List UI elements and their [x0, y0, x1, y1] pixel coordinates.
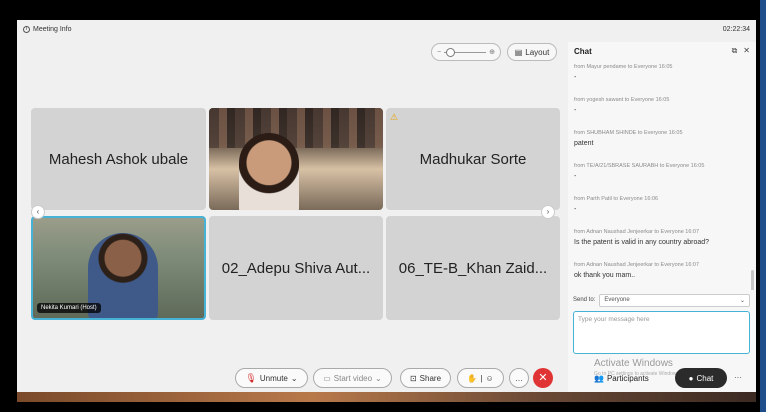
share-label: Share — [419, 373, 442, 383]
meeting-window: i Meeting Info 02:22:34 − ⊕ ▤ Layout Mah… — [17, 20, 756, 402]
meeting-info-button[interactable]: i Meeting Info — [23, 25, 72, 33]
share-button[interactable]: ⊡ Share — [400, 368, 451, 388]
next-page-icon[interactable]: › — [541, 205, 555, 219]
zoom-slider-knob[interactable] — [446, 47, 456, 57]
chat-messages[interactable]: from Mayur pendame to Everyone 16:05 - f… — [568, 60, 756, 290]
send-to-row: Send to: Everyone ⌄ — [573, 293, 750, 307]
meeting-info-label: Meeting Info — [33, 25, 72, 33]
warning-icon: ⚠ — [390, 112, 399, 122]
message-text: - — [574, 74, 577, 81]
send-to-dropdown[interactable]: Everyone ⌄ — [599, 293, 750, 307]
chat-message: from SHUBHAM SHINDE to Everyone 16:05 pa… — [574, 130, 750, 159]
mic-muted-icon: 🎙 — [245, 372, 257, 383]
divider: | — [480, 373, 483, 383]
chat-message: from Adnan Naushad Jenjeerkar to Everyon… — [574, 262, 750, 290]
close-icon[interactable]: ✕ — [743, 46, 750, 56]
host-video-tile[interactable]: Nekita Kumari (Host) — [31, 216, 206, 320]
message-text: - — [574, 206, 577, 213]
popout-icon[interactable]: ⧉ — [732, 46, 738, 56]
participants-button[interactable]: 👥 Participants — [594, 368, 649, 388]
participant-name: Mahesh Ashok ubale — [48, 150, 189, 168]
chat-message-input[interactable]: Type your message here — [573, 311, 750, 354]
raise-hand-icon[interactable]: ✋ — [467, 374, 477, 383]
participant-video-tile[interactable] — [209, 108, 383, 210]
start-video-button[interactable]: ▭ Start video ⌄ — [313, 368, 392, 388]
chevron-down-icon: ⌄ — [739, 297, 745, 304]
chat-scrollbar[interactable] — [751, 270, 754, 290]
send-to-value: Everyone — [604, 297, 630, 303]
send-to-label: Send to: — [573, 297, 596, 303]
host-name-label: Nekita Kumari (Host) — [37, 303, 101, 313]
chevron-down-icon: ⌄ — [290, 373, 298, 383]
chat-message: from yogesh sawant to Everyone 16:05 - — [574, 97, 750, 126]
info-icon: i — [23, 25, 30, 33]
video-person — [239, 133, 299, 210]
previous-page-icon[interactable]: ‹ — [31, 205, 45, 219]
message-meta: from yogesh sawant to Everyone 16:05 — [574, 97, 670, 103]
side-bar-edge — [760, 0, 766, 412]
participant-name: 02_Adepu Shiva Aut... — [221, 259, 371, 277]
message-text: - — [574, 173, 577, 180]
video-off-icon: ▭ — [323, 373, 331, 383]
message-meta: from Adnan Naushad Jenjeerkar to Everyon… — [574, 262, 700, 268]
layout-icon: ▤ — [514, 47, 523, 57]
clock: 02:22:34 — [722, 25, 750, 33]
more-options-icon[interactable]: ··· — [734, 368, 742, 388]
start-video-label: Start video — [333, 373, 373, 383]
chat-button[interactable]: ● Chat — [675, 368, 727, 388]
share-icon: ⊡ — [409, 373, 417, 383]
chat-message: from Parth Patil to Everyone 16:06 - — [574, 196, 750, 225]
zoom-control[interactable]: − ⊕ — [431, 43, 501, 61]
more-options-button[interactable]: … — [509, 368, 529, 388]
message-text: Is the patent is valid in any country ab… — [574, 239, 710, 246]
message-text: - — [574, 107, 577, 114]
background-strip — [17, 392, 756, 402]
layout-button[interactable]: ▤ Layout — [507, 43, 557, 61]
chat-message: from Mayur pendame to Everyone 16:05 - — [574, 64, 750, 93]
meeting-toolbar: 🎙 Unmute ⌄ ▭ Start video ⌄ ⊡ Share ✋ | ☺… — [17, 365, 756, 391]
more-icon: … — [515, 373, 523, 383]
participants-icon: 👥 — [594, 373, 604, 383]
chat-label: Chat — [696, 373, 714, 383]
message-meta: from TE/A/21/SBRASE SAURABH to Everyone … — [574, 163, 705, 169]
unmute-label: Unmute — [259, 373, 288, 383]
leave-meeting-button[interactable]: ✕ — [533, 368, 553, 388]
chat-title: Chat — [574, 46, 592, 56]
unmute-button[interactable]: 🎙 Unmute ⌄ — [235, 368, 308, 388]
chat-bubble-icon: ● — [688, 373, 694, 383]
participant-tile[interactable]: Mahesh Ashok ubale — [31, 108, 206, 210]
participant-tile[interactable]: ⚠ Madhukar Sorte — [386, 108, 560, 210]
zoom-in-icon[interactable]: ⊕ — [489, 48, 495, 56]
video-background — [209, 108, 383, 148]
emoji-icon[interactable]: ☺ — [485, 374, 493, 383]
screen-frame: i Meeting Info 02:22:34 − ⊕ ▤ Layout Mah… — [0, 0, 766, 412]
message-meta: from Adnan Naushad Jenjeerkar to Everyon… — [574, 229, 700, 235]
participant-tile[interactable]: 02_Adepu Shiva Aut... — [209, 216, 383, 320]
message-text: ok thank you mam.. — [574, 272, 636, 279]
message-meta: from SHUBHAM SHINDE to Everyone 16:05 — [574, 130, 683, 136]
chat-header: Chat ⧉ ✕ — [568, 42, 756, 60]
message-meta: from Parth Patil to Everyone 16:06 — [574, 196, 659, 202]
participant-name: 06_TE-B_Khan Zaid... — [398, 259, 548, 277]
participant-name: Madhukar Sorte — [419, 150, 527, 168]
message-meta: from Mayur pendame to Everyone 16:05 — [574, 64, 673, 70]
top-bar: i Meeting Info 02:22:34 — [17, 20, 756, 38]
reactions-group[interactable]: ✋ | ☺ — [457, 368, 504, 388]
zoom-out-icon[interactable]: − — [437, 49, 441, 56]
message-text: patent — [574, 140, 594, 147]
participants-label: Participants — [606, 373, 649, 383]
participant-tile[interactable]: 06_TE-B_Khan Zaid... — [386, 216, 560, 320]
chat-message: from Adnan Naushad Jenjeerkar to Everyon… — [574, 229, 750, 258]
chevron-down-icon: ⌄ — [375, 373, 382, 383]
chat-panel: Chat ⧉ ✕ from Mayur pendame to Everyone … — [568, 42, 756, 402]
chat-message: from TE/A/21/SBRASE SAURABH to Everyone … — [574, 163, 750, 192]
layout-label: Layout — [525, 47, 550, 57]
zoom-slider[interactable] — [444, 47, 487, 57]
